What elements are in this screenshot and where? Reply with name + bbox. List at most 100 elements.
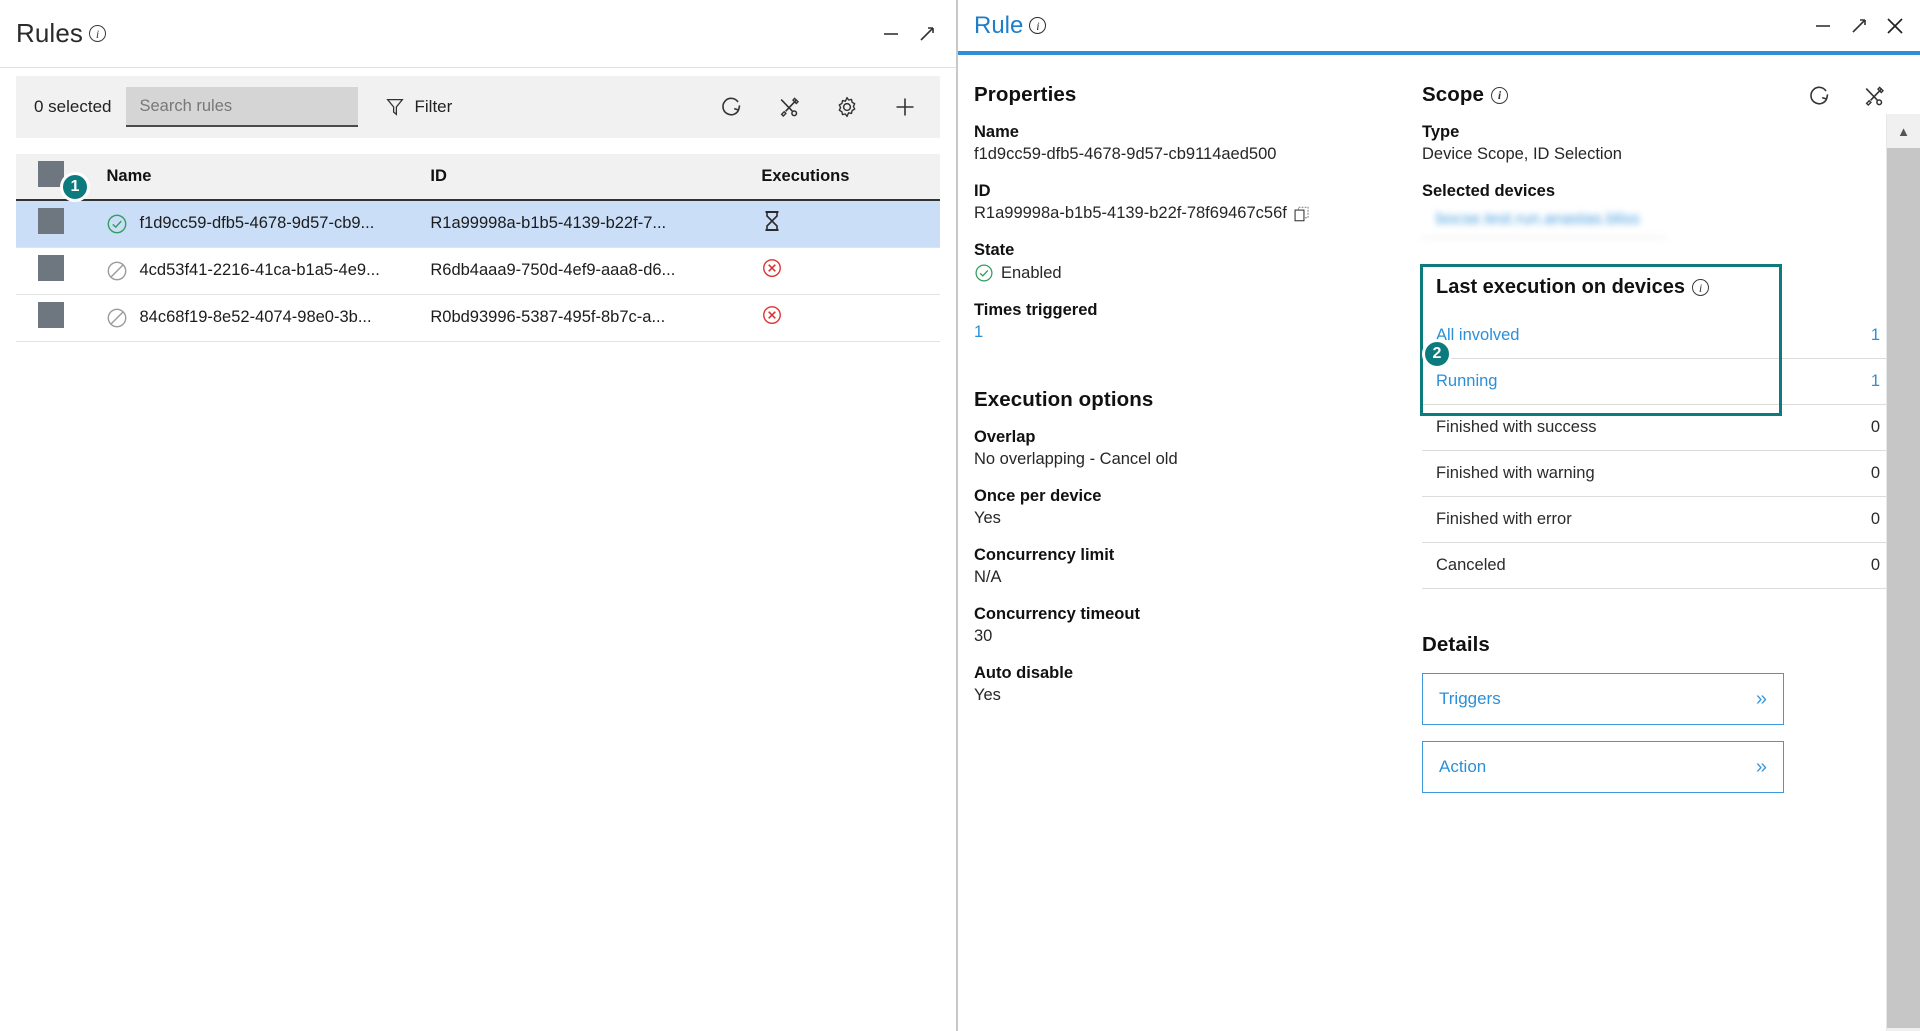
scope-heading: Scope [1422,83,1485,106]
concurrency-timeout-label: Concurrency timeout [974,605,1140,623]
name-with-status: 84c68f19-8e52-4074-98e0-3b... [106,307,430,329]
execution-stat-all-involved[interactable]: All involved 1 [1422,313,1894,359]
info-icon[interactable]: i [1691,279,1709,296]
info-icon[interactable]: i [88,25,106,42]
column-header-name[interactable]: Name [106,154,431,201]
stat-value: 0 [1870,556,1880,574]
field-concurrency-limit: Concurrency limit N/A [974,546,1398,587]
execution-stat-canceled: Canceled 0 [1422,543,1894,589]
row-checkbox-cell[interactable] [16,294,107,342]
state-value-row: Enabled [974,263,1398,283]
field-scope-type: Type Device Scope, ID Selection [1422,123,1894,164]
close-icon[interactable] [1884,15,1906,37]
refresh-icon[interactable] [718,94,744,120]
auto-disable-value: Yes [974,686,1001,704]
chevron-right-icon: » [1755,688,1767,710]
scrollbar-thumb[interactable] [1886,148,1920,1028]
minimize-icon[interactable] [880,23,902,45]
rules-table-head: Name ID Executions [16,154,940,201]
stat-label: Running [1436,372,1498,390]
field-name: Name f1d9cc59-dfb5-4678-9d57-cb9114aed50… [974,123,1398,164]
selected-count: 0 selected [34,97,112,116]
name-with-status: f1d9cc59-dfb5-4678-9d57-cb9... [106,213,430,235]
row-name-cell[interactable]: 4cd53f41-2216-41ca-b1a5-4e9... [106,247,431,295]
minimize-icon[interactable] [1812,15,1834,37]
column-header-executions[interactable]: Executions [761,154,940,201]
status-disabled-icon [108,261,127,280]
expand-icon[interactable] [1848,15,1870,37]
search-input[interactable] [139,96,360,116]
stat-value: 0 [1870,510,1880,528]
selected-device-item[interactable]: bocse.test.run.anastas.bliss [1422,204,1666,238]
refresh-icon[interactable] [1806,83,1831,108]
triggers-button[interactable]: Triggers » [1422,673,1784,725]
row-id-cell[interactable]: R1a99998a-b1b5-4139-b22f-7... [430,200,762,248]
row-execution-cell[interactable] [761,200,940,248]
error-icon [763,306,782,324]
table-row[interactable]: 84c68f19-8e52-4074-98e0-3b... R0bd93996-… [16,294,940,342]
scrollbar-track[interactable] [1886,148,1920,1028]
marker-badge-1: 1 [60,172,90,202]
chevron-right-icon: » [1755,756,1767,778]
row-execution-cell[interactable] [761,294,940,342]
row-id-cell[interactable]: R6db4aaa9-750d-4ef9-aaa8-d6... [430,247,762,295]
filter-button[interactable]: Filter [384,96,452,118]
state-label: State [974,241,1015,259]
execution-stat-running[interactable]: Running 1 [1422,359,1894,405]
info-icon[interactable]: i [1029,17,1047,34]
stat-value: 1 [1870,326,1880,344]
execution-stat-finished-error: Finished with error 0 [1422,497,1894,543]
column-header-id[interactable]: ID [430,154,762,201]
rules-table-wrap: Name ID Executions f1d9cc59-dfb5-4678-9d… [16,154,940,342]
table-row[interactable]: 4cd53f41-2216-41ca-b1a5-4e9... R6db4aaa9… [16,247,940,295]
scope-type-label: Type [1422,123,1460,141]
search-box[interactable] [125,87,360,127]
properties-heading: Properties [974,83,1077,106]
field-state: State Enabled [974,241,1398,283]
stat-label: Finished with warning [1436,464,1595,482]
scope-type-value: Device Scope, ID Selection [1422,145,1622,163]
gear-icon[interactable] [834,94,860,120]
field-id: ID R1a99998a-b1b5-4139-b22f-78f69467c56f [974,182,1398,223]
rules-table-body: f1d9cc59-dfb5-4678-9d57-cb9... R1a99998a… [16,200,940,342]
rules-window-controls [880,23,938,45]
rule-panel-body: Properties Name f1d9cc59-dfb5-4678-9d57-… [958,55,1920,1031]
stat-label: Finished with success [1436,418,1597,436]
vertical-scrollbar[interactable]: ▲ ▼ [1886,114,1920,1031]
rule-panel-title: Rule [974,11,1024,39]
row-name-cell[interactable]: 84c68f19-8e52-4074-98e0-3b... [106,294,431,342]
info-icon[interactable]: i [1491,86,1509,104]
tools-icon[interactable] [1861,83,1886,108]
rule-name: f1d9cc59-dfb5-4678-9d57-cb9... [139,214,375,233]
stat-value: 0 [1870,464,1880,482]
execution-stat-finished-warning: Finished with warning 0 [1422,451,1894,497]
rule-window-controls [1812,15,1906,37]
action-button[interactable]: Action » [1422,741,1784,793]
row-checkbox[interactable] [38,255,64,281]
table-row[interactable]: f1d9cc59-dfb5-4678-9d57-cb9... R1a99998a… [16,200,940,248]
expand-icon[interactable] [916,23,938,45]
triggers-label: Triggers [1439,689,1501,708]
plus-icon[interactable] [892,94,918,120]
scroll-up-icon[interactable]: ▲ [1886,114,1920,148]
copy-icon[interactable] [1294,206,1310,222]
page-title: Rules [16,18,83,48]
times-triggered-value[interactable]: 1 [974,323,1398,342]
scope-column: Scope i Type Device Scope, ID Selection … [1398,55,1920,1031]
row-checkbox[interactable] [38,302,64,328]
id-label: ID [974,182,991,200]
last-execution-heading-group: Last execution on devices i [1422,276,1894,299]
row-checkbox-cell[interactable] [16,247,107,295]
row-checkbox-cell[interactable] [16,200,107,248]
tools-icon[interactable] [776,94,802,120]
row-execution-cell[interactable] [761,247,940,295]
toolbar-icon-group [718,94,918,120]
row-id-cell[interactable]: R0bd93996-5387-495f-8b7c-a... [430,294,762,342]
stat-label: Finished with error [1436,510,1572,528]
field-times-triggered: Times triggered 1 [974,301,1398,342]
row-checkbox[interactable] [38,208,64,235]
action-label: Action [1439,757,1487,776]
row-name-cell[interactable]: f1d9cc59-dfb5-4678-9d57-cb9... [106,200,431,248]
field-selected-devices: Selected devices bocse.test.run.anastas.… [1422,182,1894,238]
execution-stat-finished-success: Finished with success 0 [1422,405,1894,451]
